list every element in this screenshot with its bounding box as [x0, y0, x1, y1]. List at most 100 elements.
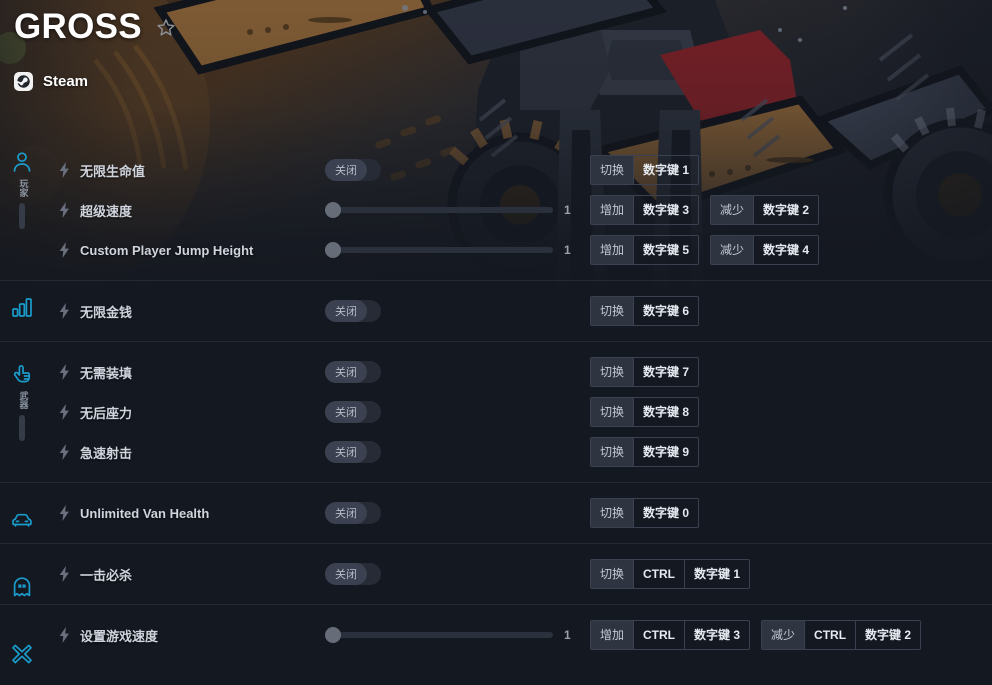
- hotkey-key[interactable]: CTRL: [633, 560, 684, 588]
- cheat-name: 无后座力: [80, 405, 133, 421]
- hotkey-binding[interactable]: 切换 数字键 7: [590, 357, 700, 387]
- cheat-name: 无限生命值: [80, 163, 146, 179]
- hotkey-action-label: 切换: [591, 398, 634, 426]
- toggle-switch[interactable]: 关闭: [325, 300, 381, 322]
- sidebar-group-6[interactable]: [0, 642, 44, 666]
- sidebar-group-2[interactable]: [0, 295, 44, 319]
- hotkey-binding[interactable]: 切换 数字键 1: [590, 155, 700, 185]
- hotkey-bindings: 增加 数字键 3 减少 数字键 2: [590, 195, 820, 225]
- hotkey-key[interactable]: CTRL: [804, 621, 855, 649]
- hotkey-key[interactable]: 数字键 7: [633, 358, 698, 386]
- hotkey-action-label: 增加: [591, 236, 634, 264]
- section-spacer-top: [0, 140, 992, 150]
- hotkey-key[interactable]: 数字键 1: [684, 560, 749, 588]
- hotkey-binding[interactable]: 增加 数字键 5: [590, 235, 700, 265]
- toggle-switch[interactable]: 关闭: [325, 401, 381, 423]
- toggle-switch[interactable]: 关闭: [325, 159, 381, 181]
- slider-value: 1: [564, 203, 571, 217]
- car-icon[interactable]: [10, 508, 34, 532]
- lightning-bolt-icon: [59, 242, 69, 258]
- toggle-state-label: 关闭: [325, 441, 367, 463]
- slider-handle[interactable]: [325, 627, 341, 643]
- hotkey-bindings: 切换 数字键 0: [590, 498, 700, 528]
- hotkey-binding[interactable]: 切换 数字键 6: [590, 296, 700, 326]
- hotkey-bindings: 切换 数字键 7: [590, 357, 700, 387]
- slider-track[interactable]: [325, 202, 553, 218]
- hotkey-action-label: 切换: [591, 438, 634, 466]
- hotkey-key[interactable]: CTRL: [633, 621, 684, 649]
- hand-point-icon[interactable]: [10, 362, 34, 386]
- hotkey-action-label: 增加: [591, 196, 634, 224]
- hotkey-binding[interactable]: 切换 数字键 0: [590, 498, 700, 528]
- hotkey-key[interactable]: 数字键 2: [855, 621, 920, 649]
- platform-name: Steam: [43, 73, 89, 90]
- hotkey-key[interactable]: 数字键 1: [633, 156, 698, 184]
- cheat-control: 关闭: [325, 502, 590, 524]
- slider-track[interactable]: [325, 627, 553, 643]
- cheat-section: Unlimited Van Health 关闭 切换 数字键 0: [0, 482, 992, 543]
- sidebar-group-1[interactable]: 玩家: [0, 150, 44, 229]
- hotkey-key[interactable]: 数字键 2: [753, 196, 818, 224]
- toggle-switch[interactable]: 关闭: [325, 441, 381, 463]
- sidebar-group-3[interactable]: 武器: [0, 362, 44, 441]
- cheat-control: 关闭: [325, 361, 590, 383]
- hotkey-key[interactable]: 数字键 3: [633, 196, 698, 224]
- cross-icon[interactable]: [10, 642, 34, 666]
- slider-handle[interactable]: [325, 202, 341, 218]
- steam-icon: [14, 72, 33, 91]
- cheat-section: 设置游戏速度 1 增加 CTRL 数字键 3 减少 CTRL 数字键 2: [0, 604, 992, 665]
- cheat-control: 1: [325, 202, 590, 218]
- hotkey-binding[interactable]: 增加 CTRL 数字键 3: [590, 620, 751, 650]
- hotkey-action-label: 增加: [591, 621, 634, 649]
- hotkey-binding[interactable]: 切换 数字键 8: [590, 397, 700, 427]
- toggle-state-label: 关闭: [325, 300, 367, 322]
- hotkey-binding[interactable]: 增加 数字键 3: [590, 195, 700, 225]
- slider-value: 1: [564, 628, 571, 642]
- slider-value: 1: [564, 243, 571, 257]
- lightning-bolt-icon: [59, 364, 69, 380]
- hotkey-action-label: 减少: [711, 236, 754, 264]
- cheat-row: Unlimited Van Health 关闭 切换 数字键 0: [0, 493, 992, 533]
- hotkey-key[interactable]: 数字键 0: [633, 499, 698, 527]
- cheat-section: 无限生命值 关闭 切换 数字键 1 超级速度 1 增加 数字键 3 减少 数字键 2 Custom …: [0, 140, 992, 280]
- slider-handle[interactable]: [325, 242, 341, 258]
- section-spacer-top: [0, 544, 992, 554]
- sidebar-group-5[interactable]: [0, 575, 44, 599]
- ghost-icon[interactable]: [10, 575, 34, 599]
- cheat-control: 关闭: [325, 159, 590, 181]
- bar-chart-icon[interactable]: [10, 295, 34, 319]
- slider-track[interactable]: [325, 242, 553, 258]
- toggle-switch[interactable]: 关闭: [325, 563, 381, 585]
- hotkey-binding[interactable]: 切换 数字键 9: [590, 437, 700, 467]
- category-sidebar: 玩家 武器: [0, 140, 44, 685]
- hotkey-key[interactable]: 数字键 4: [753, 236, 818, 264]
- hotkey-action-label: 切换: [591, 499, 634, 527]
- slider-control: 1: [325, 202, 575, 218]
- toggle-switch[interactable]: 关闭: [325, 361, 381, 383]
- hotkey-action-label: 减少: [762, 621, 805, 649]
- hotkey-bindings: 切换 数字键 6: [590, 296, 700, 326]
- hotkey-key[interactable]: 数字键 9: [633, 438, 698, 466]
- hotkey-action-label: 切换: [591, 156, 634, 184]
- hotkey-binding[interactable]: 减少 数字键 2: [710, 195, 820, 225]
- cheat-control: 1: [325, 242, 590, 258]
- person-icon[interactable]: [10, 150, 34, 174]
- hotkey-binding[interactable]: 切换 CTRL 数字键 1: [590, 559, 751, 589]
- cheat-name: Unlimited Van Health: [80, 505, 210, 521]
- sidebar-group-4[interactable]: [0, 508, 44, 532]
- cheat-trainer-window: GROSS Steam 玩家 武器 无限生命值 关闭 切换 数字键 1 超级速度 1 增加 数字…: [0, 0, 992, 685]
- hotkey-key[interactable]: 数字键 3: [684, 621, 749, 649]
- cheat-row: 无限生命值 关闭 切换 数字键 1: [0, 150, 992, 190]
- hotkey-binding[interactable]: 减少 数字键 4: [710, 235, 820, 265]
- hotkey-key[interactable]: 数字键 5: [633, 236, 698, 264]
- hotkey-binding[interactable]: 减少 CTRL 数字键 2: [761, 620, 922, 650]
- hotkey-key[interactable]: 数字键 8: [633, 398, 698, 426]
- star-outline-icon[interactable]: [155, 17, 177, 39]
- hotkey-key[interactable]: 数字键 6: [633, 297, 698, 325]
- lightning-bolt-icon: [59, 566, 69, 582]
- cheat-control: 关闭: [325, 401, 590, 423]
- cheat-section: 无需装填 关闭 切换 数字键 7 无后座力 关闭 切换 数字键 8 急速射击 关闭 切换 数字键 9: [0, 341, 992, 482]
- toggle-switch[interactable]: 关闭: [325, 502, 381, 524]
- cheat-name: 超级速度: [80, 203, 133, 219]
- page-header: GROSS Steam: [0, 0, 992, 91]
